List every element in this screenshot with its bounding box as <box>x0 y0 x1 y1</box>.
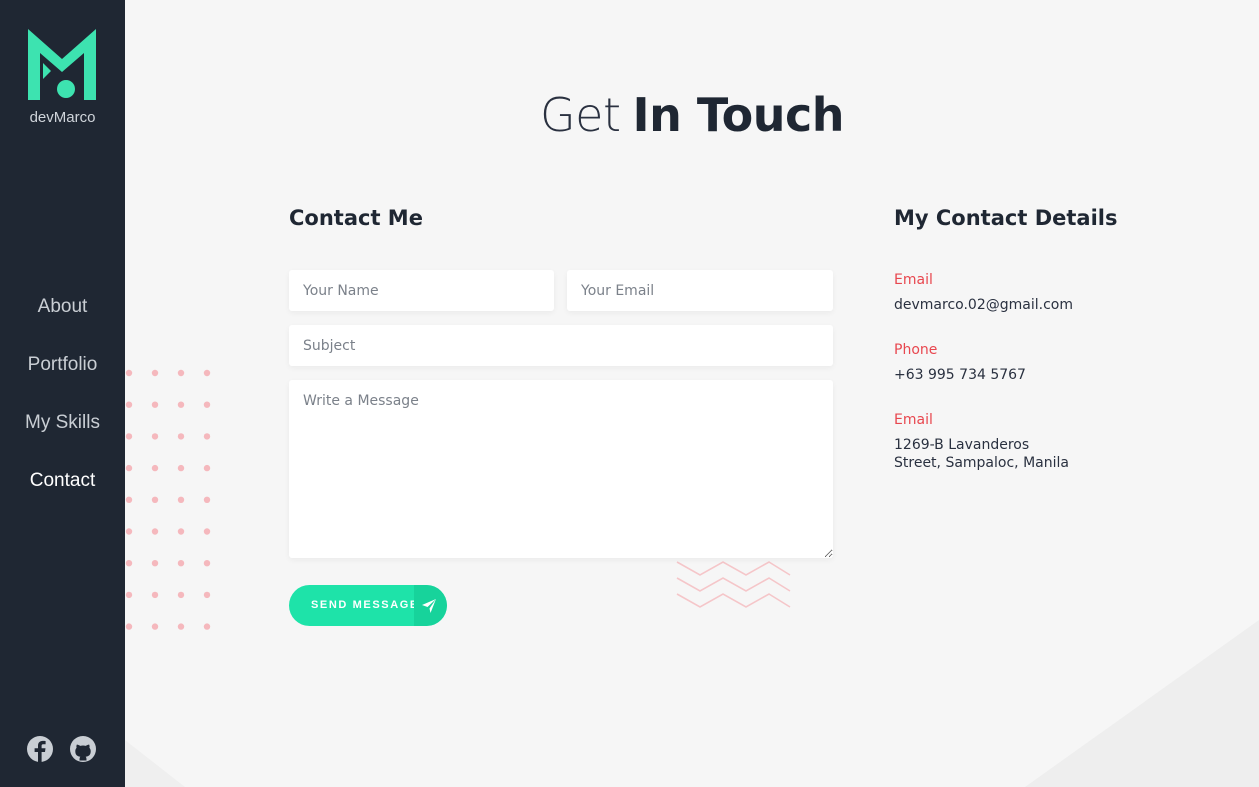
address-line-2: Street, Sampaloc, Manila <box>894 455 1069 471</box>
address-line-1: 1269-B Lavanderos <box>894 437 1030 453</box>
email-field[interactable] <box>567 270 833 311</box>
sidebar-item-contact[interactable]: Contact <box>0 464 125 522</box>
detail-value-email: devmarco.02@gmail.com <box>894 297 1073 313</box>
sidebar-item-about[interactable]: About <box>0 290 125 348</box>
sidebar-item-portfolio[interactable]: Portfolio <box>0 348 125 406</box>
brand-name: devMarco <box>29 109 96 126</box>
contact-form-title: Contact Me <box>289 206 423 230</box>
sidebar: devMarco About Portfolio My Skills Conta… <box>0 0 125 787</box>
detail-label-email: Email <box>894 272 933 288</box>
send-message-button[interactable]: SEND MESSAGE <box>289 585 447 626</box>
devmarco-logo[interactable] <box>26 27 98 102</box>
paper-plane-icon <box>422 599 436 613</box>
detail-value-address: 1269-B Lavanderos Street, Sampaloc, Mani… <box>894 436 1069 472</box>
send-message-label: SEND MESSAGE <box>311 599 419 611</box>
message-field[interactable] <box>289 380 833 558</box>
subject-field[interactable] <box>289 325 833 366</box>
page-title-bold: In Touch <box>632 88 844 142</box>
detail-value-phone: +63 995 734 5767 <box>894 367 1026 383</box>
page-title-light: Get <box>540 88 621 142</box>
page-title: Get In Touch <box>540 88 844 142</box>
social-links <box>26 735 106 765</box>
facebook-icon[interactable] <box>26 735 54 763</box>
sidebar-item-my-skills[interactable]: My Skills <box>0 406 125 464</box>
contact-details-title: My Contact Details <box>894 206 1118 230</box>
detail-label-phone: Phone <box>894 342 938 358</box>
github-icon[interactable] <box>69 735 97 763</box>
sidebar-nav: About Portfolio My Skills Contact <box>0 290 125 522</box>
dot-grid-decoration <box>125 369 211 630</box>
zigzag-decoration <box>676 561 791 608</box>
detail-label-address: Email <box>894 412 933 428</box>
name-field[interactable] <box>289 270 554 311</box>
